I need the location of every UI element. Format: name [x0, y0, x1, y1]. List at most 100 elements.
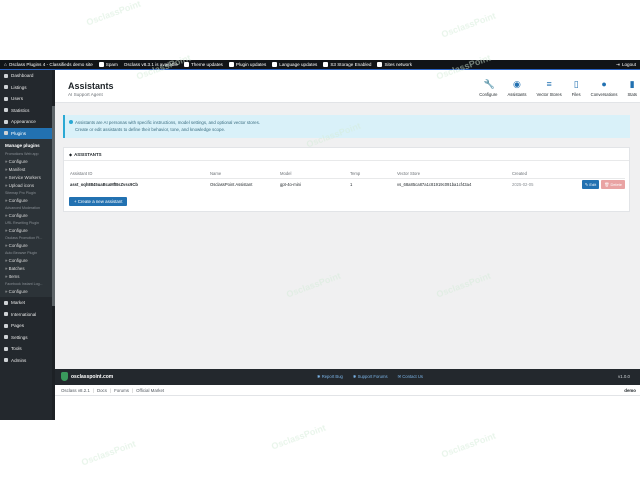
plugin-icon	[228, 62, 234, 67]
wrench-icon: 🔧	[483, 79, 496, 89]
sidebar-item-pages[interactable]: Pages	[0, 320, 55, 332]
submenu-link[interactable]: » Configure	[0, 287, 55, 295]
sidebar-item-listings[interactable]: Listings	[0, 82, 55, 94]
sidebar-label: International	[11, 311, 37, 317]
chat-icon: ●	[601, 79, 607, 89]
submenu-link[interactable]: » Configure	[0, 256, 55, 264]
nav-label: Vector Stores	[536, 92, 562, 97]
nav-assistants[interactable]: ◉ Assistants	[507, 79, 527, 98]
topbar-label: Theme updates	[190, 62, 223, 67]
assistant-model: gpt-4o-mini	[280, 181, 301, 187]
nav-files[interactable]: ▯ Files	[572, 79, 581, 98]
footer-link-contact[interactable]: ✉ Contact Us	[398, 374, 423, 379]
submenu-group-title: Facebook Instant Log...	[5, 281, 43, 286]
submenu-link[interactable]: » Configure	[0, 157, 55, 165]
watermark: OsclassPoint	[285, 270, 343, 300]
topbar-item-network[interactable]: Sites network	[377, 62, 412, 67]
submenu-link[interactable]: » Configure	[0, 226, 55, 234]
topbar-item-language-updates[interactable]: Language updates	[272, 62, 317, 67]
sidebar-label: Admins	[11, 357, 27, 363]
footer-link-report-bug[interactable]: ✱ Report Bug	[317, 374, 343, 379]
submenu-link[interactable]: » Batches	[0, 264, 55, 272]
logout-link[interactable]: ⇥ Logout	[616, 62, 636, 68]
storage-icon	[323, 62, 329, 67]
topbar-item-plugin-updates[interactable]: Plugin updates	[228, 62, 266, 67]
watermark: OsclassPoint	[440, 10, 498, 40]
bottom-link-docs[interactable]: Docs	[97, 388, 107, 393]
bottom-link-osclass[interactable]: Osclass v8.2.1	[61, 388, 90, 393]
footer-link-support-forums[interactable]: ✱ Support Forums	[353, 374, 388, 379]
create-assistant-button[interactable]: + Create a new assistant	[69, 197, 128, 206]
sidebar-item-dashboard[interactable]: Dashboard	[0, 70, 55, 82]
plugin-icon	[4, 131, 8, 136]
bottom-bar: Osclass v8.2.1 | Docs | Forums | Officia…	[55, 385, 640, 396]
file-icon: ▯	[573, 79, 579, 89]
create-label: Create a new assistant	[77, 199, 123, 204]
delete-button[interactable]: 🗑 Delete	[601, 179, 625, 189]
watermark: OsclassPoint	[270, 422, 328, 452]
sidebar-item-appearance[interactable]: Appearance	[0, 116, 55, 128]
bottom-link-forums[interactable]: Forums	[114, 388, 129, 393]
sidebar-item-plugins[interactable]: Plugins	[0, 127, 55, 139]
footer-links: ✱ Report Bug ✱ Support Forums ✉ Contact …	[317, 374, 423, 379]
edit-button[interactable]: ✎ Edit	[581, 179, 600, 189]
site-title-link[interactable]: ⌂ Osclass Plugins 4 - Classifieds demo s…	[4, 62, 93, 67]
separator: |	[92, 387, 94, 393]
topbar-item-update[interactable]: Osclass v8.3.1 is available	[124, 62, 178, 67]
pages-icon	[4, 323, 8, 328]
topbar-item-spam[interactable]: Spam	[98, 62, 118, 67]
android-icon: ◉	[513, 79, 521, 89]
col-header-actions	[547, 169, 625, 179]
sidebar-item-users[interactable]: Users	[0, 93, 55, 105]
separator: |	[131, 387, 134, 393]
admin-sidebar: Dashboard Listings Users Statistics Appe…	[0, 70, 55, 420]
sidebar-item-settings[interactable]: Settings	[0, 332, 55, 344]
sidebar-label: Pages	[11, 323, 25, 329]
nav-stats[interactable]: ▮ Stats	[627, 79, 637, 98]
submenu-link[interactable]: » Configure	[0, 241, 55, 249]
trash-icon: 🗑	[604, 181, 610, 187]
info-icon	[69, 120, 73, 124]
footer-link-label: Report Bug	[321, 374, 343, 379]
submenu-link[interactable]: » Manifest	[0, 165, 55, 173]
nav-vector-stores[interactable]: ≡ Vector Stores	[536, 80, 562, 98]
sidebar-item-statistics[interactable]: Statistics	[0, 105, 55, 117]
submenu-link[interactable]: » Configure	[0, 211, 55, 219]
topbar-item-storage[interactable]: S3 Storage Enabled	[323, 62, 371, 67]
delete-label: Delete	[610, 181, 622, 187]
submenu-link[interactable]: » Service Workers	[0, 173, 55, 181]
assistant-name: OsclassPoint Assistant	[210, 181, 253, 187]
sidebar-item-market[interactable]: Market	[0, 297, 55, 309]
nav-conversations[interactable]: ● Conversations	[591, 79, 618, 98]
sidebar-item-international[interactable]: International	[0, 309, 55, 321]
statistics-icon	[4, 108, 8, 113]
sidebar-label: Market	[11, 300, 26, 306]
submenu-group-title: Auto Beowse Plugin	[5, 250, 38, 255]
submenu-link[interactable]: » Upload icons	[0, 181, 55, 189]
topbar-label: Sites network	[384, 62, 413, 67]
submenu-link[interactable]: » Items	[0, 272, 55, 280]
submenu-link[interactable]: » Configure	[0, 196, 55, 204]
topbar-label: Spam	[105, 62, 118, 67]
home-icon: ⌂	[4, 62, 7, 67]
admins-icon	[4, 358, 8, 363]
nav-label: Assistants	[507, 92, 527, 97]
footer-logo-text[interactable]: osclasspoint.com	[71, 374, 113, 380]
nav-configure[interactable]: 🔧 Configure	[479, 79, 497, 98]
table-row: asst_oqh8845uaBcaMfBsZvsc9Cb OsclassPoin…	[70, 178, 625, 190]
assistant-vector-store: vs_68a85ca87a1c81919c091ba1cf43a4	[397, 181, 472, 187]
bottom-link-market[interactable]: Official Market	[136, 388, 164, 393]
footer-link-label: Contact Us	[402, 374, 423, 379]
network-icon	[377, 62, 383, 67]
admin-footer: osclasspoint.com ✱ Report Bug ✱ Support …	[55, 369, 640, 385]
sidebar-item-admins[interactable]: Admins	[0, 355, 55, 367]
topbar-label: Osclass v8.3.1 is available	[123, 62, 178, 67]
submenu-manage-plugins[interactable]: Manage plugins	[0, 141, 55, 150]
sidebar-item-tools[interactable]: Tools	[0, 343, 55, 355]
demo-label: demo	[624, 387, 636, 393]
info-notice: Assistants are AI personas with specific…	[63, 115, 630, 138]
topbar-item-theme-updates[interactable]: Theme updates	[183, 62, 223, 67]
chart-icon: ▮	[629, 79, 635, 89]
nav-label: Stats	[627, 92, 637, 97]
assistant-created: 2025-02-05	[512, 181, 534, 187]
